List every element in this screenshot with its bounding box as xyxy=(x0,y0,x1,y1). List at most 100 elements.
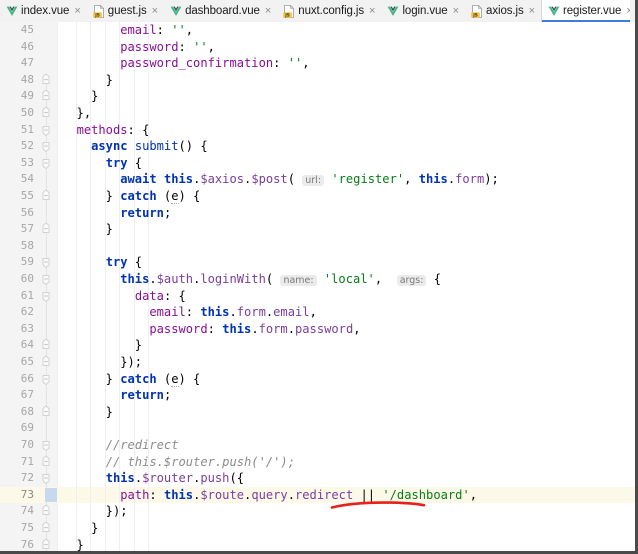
code-token: password xyxy=(120,39,179,54)
code-text: // this.$router.push('/'); xyxy=(62,454,635,471)
code-line[interactable]: 69 xyxy=(0,420,635,437)
code-fold-marker[interactable] xyxy=(39,354,53,371)
vue-file-icon xyxy=(387,5,399,17)
line-number: 48 xyxy=(20,72,34,86)
code-editor-area[interactable]: 45 email: '', 46 password: '', 47 password… xyxy=(0,22,635,551)
code-fold-marker[interactable] xyxy=(39,88,53,105)
code-fold-marker[interactable] xyxy=(39,454,53,471)
code-fold-start-icon xyxy=(42,258,50,269)
editor-tab-bar[interactable]: index.vue × JS guest.js × dashboard.vue × JS nux… xyxy=(0,0,635,23)
js-file-icon: JS xyxy=(471,4,483,18)
code-line[interactable]: 61 data: { xyxy=(0,288,635,305)
close-icon[interactable]: × xyxy=(264,5,272,17)
code-line[interactable]: 73 path: this.$route.query.redirect || '… xyxy=(0,486,635,504)
close-icon[interactable]: × xyxy=(151,5,159,17)
code-fold-marker[interactable] xyxy=(39,404,53,421)
code-line[interactable]: 50 }, xyxy=(0,105,635,122)
code-token: this xyxy=(163,172,194,187)
close-icon[interactable]: × xyxy=(452,5,460,17)
code-line[interactable]: 52 async submit() { xyxy=(0,138,635,155)
editor-tab-axios-js[interactable]: JS axios.js × xyxy=(465,0,541,22)
code-line[interactable]: 65 }); xyxy=(0,354,635,371)
code-line[interactable]: 72 this.$router.push({ xyxy=(0,470,635,487)
code-fold-marker[interactable] xyxy=(39,138,53,155)
code-fold-marker[interactable] xyxy=(39,271,53,288)
code-token: password_confirmation xyxy=(120,56,274,71)
code-fold-marker[interactable] xyxy=(39,337,53,354)
editor-tab-guest-js[interactable]: JS guest.js × xyxy=(87,0,164,22)
code-fold-marker[interactable] xyxy=(39,537,53,551)
code-line[interactable]: 51 methods: { xyxy=(0,122,635,139)
code-line[interactable]: 64 } xyxy=(0,337,635,354)
line-number: 66 xyxy=(20,371,34,385)
code-token: $post xyxy=(251,172,288,187)
code-line[interactable]: 67 return; xyxy=(0,387,635,404)
code-token: this xyxy=(120,272,150,286)
code-fold-end-icon xyxy=(42,106,50,117)
code-text: return; xyxy=(120,205,172,220)
code-fold-marker[interactable] xyxy=(39,288,53,305)
code-line[interactable]: 68 } xyxy=(0,404,635,421)
line-number: 68 xyxy=(20,404,34,418)
code-line[interactable]: 59 try { xyxy=(0,254,635,271)
code-fold-marker[interactable] xyxy=(39,371,53,388)
code-lines[interactable]: 45 email: '', 46 password: '', 47 password… xyxy=(0,22,635,551)
code-text: async submit() { xyxy=(91,139,208,154)
code-line[interactable]: 66 } catch (e) { xyxy=(0,371,635,388)
code-line[interactable]: 60 this.$auth.loginWith( name: 'local', … xyxy=(0,271,635,288)
editor-tab-nuxt-config-js[interactable]: JS nuxt.config.js × xyxy=(277,0,381,22)
code-fold-marker[interactable] xyxy=(39,155,53,172)
code-token: this xyxy=(163,487,194,502)
code-token: e xyxy=(171,189,179,204)
svg-text:JS: JS xyxy=(94,12,100,17)
code-fold-marker[interactable] xyxy=(39,503,53,520)
code-line[interactable]: 56 return; xyxy=(0,205,635,222)
editor-tab-login-vue[interactable]: login.vue × xyxy=(381,0,465,22)
code-line[interactable]: 55 } catch (e) { xyxy=(0,188,635,205)
editor-tab-index-vue[interactable]: index.vue × xyxy=(0,0,87,22)
code-token: methods xyxy=(76,122,128,137)
code-line[interactable]: 45 email: '', xyxy=(0,22,635,39)
code-line[interactable]: 46 password: '', xyxy=(0,39,635,56)
line-number: 71 xyxy=(20,454,34,468)
code-fold-start-icon xyxy=(42,158,50,169)
code-fold-marker[interactable] xyxy=(39,122,53,139)
code-fold-marker[interactable] xyxy=(39,188,53,205)
code-line[interactable]: 74 }); xyxy=(0,503,635,520)
code-line[interactable]: 75 } xyxy=(0,520,635,537)
code-line[interactable]: 54 await this.$axios.$post( url: 'regist… xyxy=(0,171,635,188)
close-icon[interactable]: × xyxy=(73,5,81,17)
code-fold-marker[interactable] xyxy=(39,254,53,271)
code-fold-marker[interactable] xyxy=(39,470,53,487)
code-line[interactable]: 53 try { xyxy=(0,155,635,172)
code-fold-marker[interactable] xyxy=(39,221,53,238)
editor-tab-dashboard-vue[interactable]: dashboard.vue × xyxy=(164,0,277,22)
code-line[interactable]: 49 } xyxy=(0,88,635,105)
editor-tab-register-vue[interactable]: register.vue× xyxy=(541,0,635,22)
code-fold-marker[interactable] xyxy=(39,105,53,122)
code-line[interactable]: 70 //redirect xyxy=(0,437,635,454)
code-token: try xyxy=(105,255,128,270)
code-line[interactable]: 48 } xyxy=(0,72,635,89)
code-fold-marker[interactable] xyxy=(39,520,53,537)
code-line[interactable]: 58 xyxy=(0,238,635,255)
code-token: redirect xyxy=(295,487,354,502)
code-line[interactable]: 57 } xyxy=(0,221,635,238)
code-comment: //redirect xyxy=(105,438,179,452)
code-line[interactable]: 63 password: this.form.password, xyxy=(0,321,635,338)
code-token: await xyxy=(120,172,157,187)
code-line[interactable]: 47 password_confirmation: '', xyxy=(0,55,635,72)
line-number: 51 xyxy=(20,122,34,136)
line-number: 75 xyxy=(20,521,34,534)
code-line[interactable]: 76 } xyxy=(0,537,635,551)
line-number: 63 xyxy=(20,321,34,335)
code-token: loginWith xyxy=(200,272,266,286)
close-icon[interactable]: × xyxy=(368,5,376,17)
code-fold-marker[interactable] xyxy=(39,437,53,454)
code-token: return xyxy=(120,205,164,220)
close-icon[interactable]: × xyxy=(528,5,536,17)
code-fold-marker[interactable] xyxy=(39,72,53,89)
code-text: path: this.$route.query.redirect || '/da… xyxy=(120,487,478,502)
code-line[interactable]: 71 // this.$router.push('/'); xyxy=(0,454,635,471)
code-line[interactable]: 62 email: this.form.email, xyxy=(0,304,635,321)
